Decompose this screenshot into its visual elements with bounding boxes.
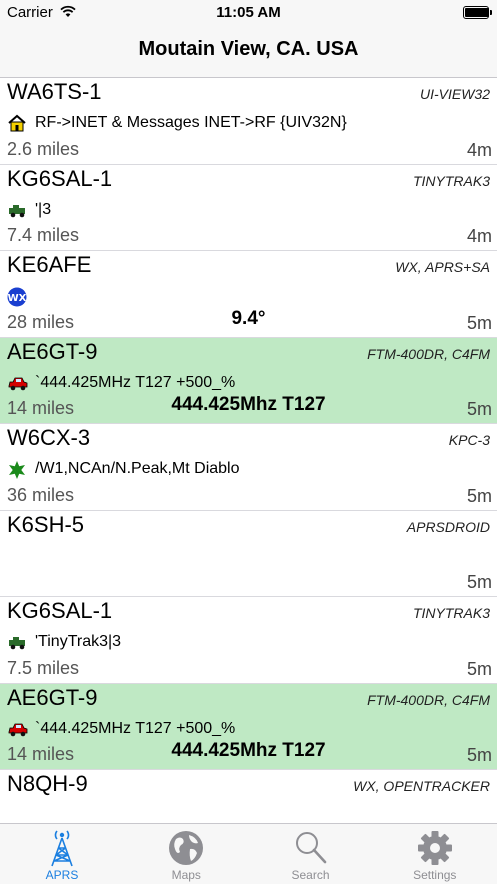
navigation-bar: Moutain View, CA. USA [0,26,497,78]
station-row[interactable]: WA6TS-1 UI-VIEW32 RF->INET & Messages INET… [0,78,497,165]
station-info: 444.425Mhz T127 [171,394,326,415]
tab-label: Settings [413,868,457,882]
station-comment-line: RF->INET & Messages INET->RF {UIV32N} [7,112,347,134]
station-row[interactable]: AE6GT-9 FTM-400DR, C4FM `444.425MHz T127 +… [0,337,497,424]
station-comment: `444.425MHz T127 +500_% [35,719,236,737]
station-row[interactable]: KG6SAL-1 TINYTRAK3 'TinyTrak3|3 7.5 miles 5m [0,597,497,684]
station-device: UI-VIEW32 [419,86,490,102]
status-bar: Carrier 11:05 AM [0,0,497,26]
station-comment-line: '|3 [7,199,51,221]
station-comment: '|3 [35,200,52,218]
station-comment-line: `444.425MHz T127 +500_% [7,372,235,394]
station-age: 5m [466,658,492,679]
tab-settings[interactable]: Settings [373,824,497,884]
jeep-icon [7,633,27,651]
station-callsign: N8QH-9 [7,771,88,796]
tab-maps[interactable]: Maps [124,824,248,884]
station-row[interactable]: N8QH-9 WX, OPENTRACKER [0,770,497,823]
station-callsign: WA6TS-1 [7,79,102,104]
station-distance: 36 miles [7,484,75,505]
station-comment: 'TinyTrak3|3 [35,633,122,650]
station-age: 5m [466,572,492,592]
station-comment: RF->INET & Messages INET->RF {UIV32N} [35,114,347,131]
house-icon [7,114,27,132]
station-device: WX, APRS+SA [395,259,490,275]
tab-label: Maps [171,868,201,882]
station-device: TINYTRAK3 [412,605,490,621]
station-comment-line: /W1,NCAn/N.Peak,Mt Diablo [7,458,240,480]
station-device: FTM-400DR, C4FM [367,691,490,708]
station-row[interactable]: KE6AFE WX, APRS+SA WX 28 miles 9.4° 5m [0,251,497,338]
tab-label: APRS [45,868,79,882]
station-device: TINYTRAK3 [412,172,490,189]
station-comment-line: WX [7,285,27,307]
station-row[interactable]: K6SH-5 APRSDROID 5m [0,511,497,597]
station-comment-line: 'TinyTrak3|3 [7,631,121,653]
station-device: FTM-400DR, C4FM [367,345,490,362]
station-callsign: AE6GT-9 [7,684,98,710]
jeep-icon [7,201,27,219]
station-device: APRSDROID [406,518,490,535]
tab-bar: APRS Maps Search Settings [0,823,497,884]
wx-icon: WX [7,287,27,307]
car-icon [7,374,28,392]
station-row[interactable]: W6CX-3 KPC-3/W1,NCAn/N.Peak,Mt Diablo 36 m… [0,424,497,511]
svg-text:WX: WX [8,293,27,304]
station-age: 4m [466,139,492,160]
station-list[interactable]: WA6TS-1 UI-VIEW32 RF->INET & Messages INET… [0,78,497,823]
station-row[interactable]: AE6GT-9 FTM-400DR, C4FM `444.425MHz T127 +… [0,683,497,770]
station-device: WX, OPENTRACKER [353,778,490,794]
station-age: 4m [466,226,492,246]
station-comment: /W1,NCAn/N.Peak,Mt Diablo [35,460,240,477]
station-callsign: KG6SAL-1 [7,165,113,191]
star-icon [7,460,27,479]
station-callsign: K6SH-5 [7,511,85,537]
car-icon [7,720,28,738]
station-callsign: W6CX-3 [7,425,91,450]
station-callsign: AE6GT-9 [7,338,98,364]
tab-search[interactable]: Search [249,824,373,884]
station-device: KPC-3 [448,432,490,448]
battery-level [465,8,489,17]
station-distance: 7.4 miles [7,225,80,245]
station-row[interactable]: KG6SAL-1 TINYTRAK3 '|3 7.4 miles 4m [0,165,497,251]
tab-label: Search [291,868,330,882]
station-age: 5m [466,745,492,765]
tab-aprs[interactable]: APRS [0,824,124,884]
station-info: 9.4° [231,307,266,329]
status-time: 11:05 AM [216,4,281,21]
battery-icon [463,6,492,19]
page-title: Moutain View, CA. USA [138,38,359,60]
station-distance: 7.5 miles [7,657,80,678]
station-comment: `444.425MHz T127 +500_% [35,373,236,391]
station-callsign: KE6AFE [7,252,92,277]
station-distance: 2.6 miles [7,138,80,159]
station-age: 5m [466,399,492,419]
station-info: 444.425Mhz T127 [171,740,326,761]
station-age: 5m [466,312,492,333]
station-callsign: KG6SAL-1 [7,598,113,623]
station-age: 5m [466,485,492,506]
station-comment-line: `444.425MHz T127 +500_% [7,718,235,740]
